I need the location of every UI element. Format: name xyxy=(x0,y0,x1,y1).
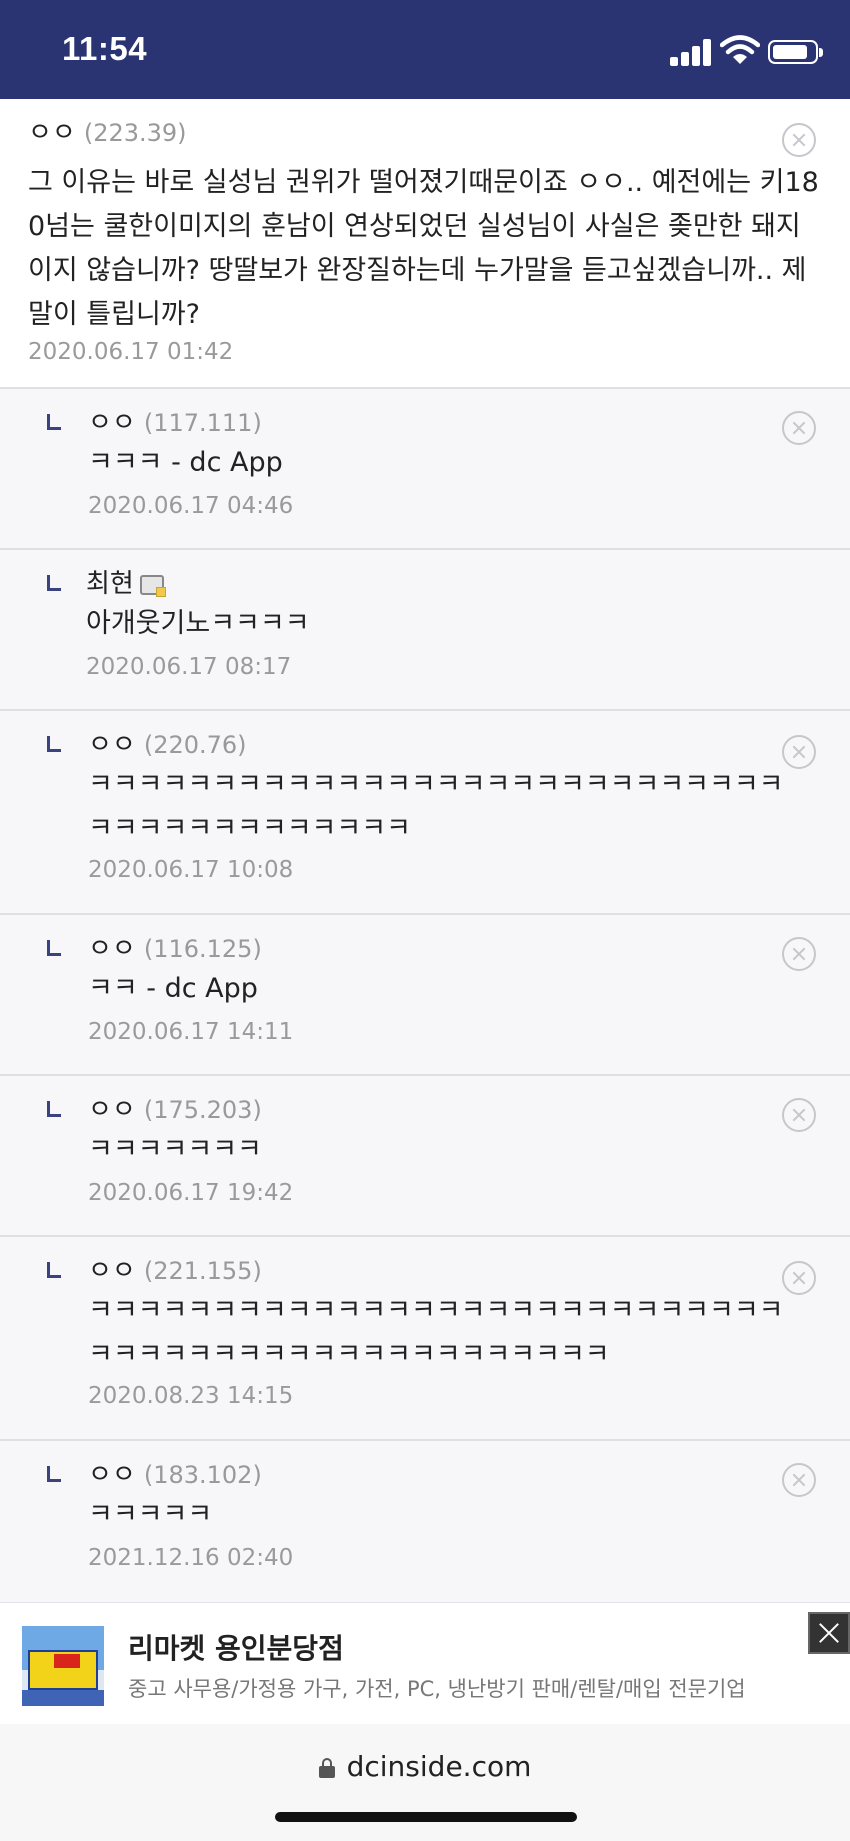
comment-header: ㅇㅇ (223.39) xyxy=(28,118,187,148)
battery-icon xyxy=(768,40,823,64)
comment-ip: (116.125) xyxy=(143,935,262,963)
comment-header: ㅇㅇ (116.125) xyxy=(88,934,262,964)
comment-body: ㅋㅋㅋㅋㅋㅋㅋㅋㅋㅋㅋㅋㅋㅋㅋㅋㅋㅋㅋㅋㅋㅋㅋㅋㅋㅋㅋㅋㅋㅋㅋㅋㅋㅋㅋㅋㅋㅋㅋㅋ… xyxy=(88,1295,784,1370)
gallery-member-icon xyxy=(139,575,166,597)
comment-ip: (223.39) xyxy=(83,119,187,147)
comment-reply: ㅇㅇ (175.203) ㅋㅋㅋㅋㅋㅋㅋ 2020.06.17 19:42 xyxy=(0,1076,850,1237)
comment-list: ㅇㅇ (223.39) 그 이유는 바로 실성님 권위가 떨어졌기때문이죠 ㅇㅇ.… xyxy=(0,99,850,1603)
signal-icon xyxy=(670,36,714,66)
comment-nickname: ㅇㅇ xyxy=(88,730,136,760)
ad-thumbnail[interactable] xyxy=(22,1626,104,1706)
home-indicator[interactable] xyxy=(275,1812,577,1822)
comment-reply: ㅇㅇ (116.125) ㅋㅋ - dc App 2020.06.17 14:11 xyxy=(0,915,850,1076)
comment-body: ㅋㅋㅋㅋㅋㅋㅋㅋㅋㅋㅋㅋㅋㅋㅋㅋㅋㅋㅋㅋㅋㅋㅋㅋㅋㅋㅋㅋㅋㅋㅋㅋㅋㅋㅋㅋㅋㅋㅋㅋ… xyxy=(88,769,784,844)
comment-date: 2020.06.17 08:17 xyxy=(86,654,292,680)
status-time: 11:54 xyxy=(62,30,148,67)
lock-icon xyxy=(318,1758,335,1778)
comment-reply: ㅇㅇ (220.76) ㅋㅋㅋㅋㅋㅋㅋㅋㅋㅋㅋㅋㅋㅋㅋㅋㅋㅋㅋㅋㅋㅋㅋㅋㅋㅋㅋㅋㅋ… xyxy=(0,711,850,915)
comment-date: 2020.06.17 19:42 xyxy=(88,1180,294,1206)
ad-close-button[interactable] xyxy=(808,1612,850,1654)
comment-reply: ㅇㅇ (183.102) ㅋㅋㅋㅋㅋ 2021.12.16 02:40 xyxy=(0,1441,850,1603)
reply-arrow-icon xyxy=(47,414,61,430)
comment-date: 2020.06.17 04:46 xyxy=(88,493,294,519)
comment-body: ㅋㅋㅋㅋㅋ xyxy=(88,1499,213,1530)
comment-body: ㅋㅋㅋㅋㅋㅋㅋ xyxy=(88,1134,262,1165)
comment-header: 최현 xyxy=(86,569,166,599)
comment-header: ㅇㅇ (220.76) xyxy=(88,730,247,760)
comment-date: 2020.06.17 01:42 xyxy=(28,339,234,365)
comment-nickname: ㅇㅇ xyxy=(88,1095,136,1125)
delete-icon[interactable] xyxy=(782,123,816,157)
delete-icon[interactable] xyxy=(782,411,816,445)
comment-ip: (117.111) xyxy=(143,409,262,437)
comment-nickname: 최현 xyxy=(86,569,134,599)
delete-icon[interactable] xyxy=(782,1463,816,1497)
browser-url-bar[interactable]: dcinside.com xyxy=(0,1724,850,1841)
comment-date: 2021.12.16 02:40 xyxy=(88,1545,294,1571)
comment-header: ㅇㅇ (221.155) xyxy=(88,1256,262,1286)
status-bar: 11:54 xyxy=(0,0,850,99)
comment-body: ㅋㅋ - dc App xyxy=(88,973,258,1004)
reply-arrow-icon xyxy=(47,575,61,591)
comment-header: ㅇㅇ (183.102) xyxy=(88,1460,262,1490)
comment-header: ㅇㅇ (117.111) xyxy=(88,408,262,438)
comment-nickname: ㅇㅇ xyxy=(88,408,136,438)
comment-nickname: ㅇㅇ xyxy=(28,118,76,148)
ad-banner[interactable]: 리마켓 용인분당점 중고 사무용/가정용 가구, 가전, PC, 냉난방기 판매… xyxy=(0,1602,850,1726)
ad-subtitle[interactable]: 중고 사무용/가정용 가구, 가전, PC, 냉난방기 판매/렌탈/매입 전문기… xyxy=(128,1673,746,1703)
reply-arrow-icon xyxy=(47,1262,61,1278)
url-display[interactable]: dcinside.com xyxy=(0,1750,850,1783)
comment-ip: (175.203) xyxy=(143,1096,262,1124)
wifi-icon xyxy=(720,35,760,64)
reply-arrow-icon xyxy=(47,1466,61,1482)
comment-item: ㅇㅇ (223.39) 그 이유는 바로 실성님 권위가 떨어졌기때문이죠 ㅇㅇ.… xyxy=(0,99,850,389)
delete-icon[interactable] xyxy=(782,937,816,971)
comment-ip: (221.155) xyxy=(143,1257,262,1285)
comment-reply: ㅇㅇ (221.155) ㅋㅋㅋㅋㅋㅋㅋㅋㅋㅋㅋㅋㅋㅋㅋㅋㅋㅋㅋㅋㅋㅋㅋㅋㅋㅋㅋㅋ… xyxy=(0,1237,850,1441)
comment-ip: (220.76) xyxy=(143,731,247,759)
comment-body: 아개웃기노ㅋㅋㅋㅋ xyxy=(86,608,310,639)
comment-date: 2020.06.17 14:11 xyxy=(88,1019,294,1045)
comment-body: ㅋㅋㅋ - dc App xyxy=(88,447,283,478)
comment-nickname: ㅇㅇ xyxy=(88,1460,136,1490)
comment-body: 그 이유는 바로 실성님 권위가 떨어졌기때문이죠 ㅇㅇ.. 예전에는 키180… xyxy=(28,167,819,330)
url-text[interactable]: dcinside.com xyxy=(347,1750,532,1783)
delete-icon[interactable] xyxy=(782,1098,816,1132)
comment-date: 2020.08.23 14:15 xyxy=(88,1383,294,1409)
comment-reply: ㅇㅇ (117.111) ㅋㅋㅋ - dc App 2020.06.17 04:4… xyxy=(0,389,850,550)
comment-ip: (183.102) xyxy=(143,1461,262,1489)
reply-arrow-icon xyxy=(47,940,61,956)
comment-nickname: ㅇㅇ xyxy=(88,1256,136,1286)
comment-reply: 최현 아개웃기노ㅋㅋㅋㅋ 2020.06.17 08:17 xyxy=(0,550,850,711)
comment-date: 2020.06.17 10:08 xyxy=(88,857,294,883)
reply-arrow-icon xyxy=(47,736,61,752)
reply-arrow-icon xyxy=(47,1101,61,1117)
ad-title[interactable]: 리마켓 용인분당점 xyxy=(128,1627,344,1667)
comment-nickname: ㅇㅇ xyxy=(88,934,136,964)
comment-header: ㅇㅇ (175.203) xyxy=(88,1095,262,1125)
